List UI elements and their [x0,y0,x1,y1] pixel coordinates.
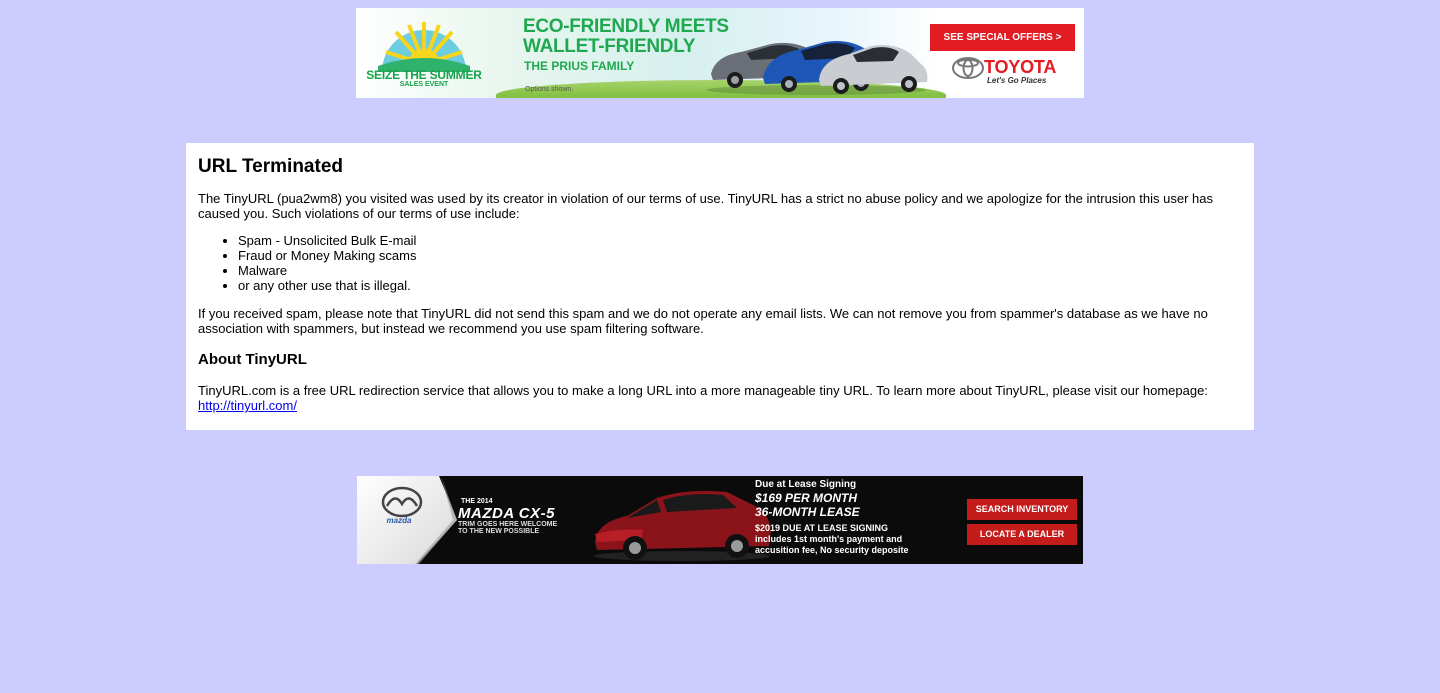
see-special-offers-button[interactable]: SEE SPECIAL OFFERS > [930,24,1075,51]
search-inventory-button[interactable]: SEARCH INVENTORY [967,499,1077,520]
mazda-logo-icon [381,486,423,518]
model-name: MAZDA CX-5 [458,505,555,522]
homepage-link[interactable]: http://tinyurl.com/ [198,398,297,413]
sun-logo [378,14,470,72]
lease-offer: Due at Lease Signing $169 PER MONTH 36-M… [755,479,909,556]
toyota-emblem-icon [952,57,984,79]
trim-note: TRIM GOES HERE WELCOME TO THE NEW POSSIB… [458,521,558,535]
toyota-wordmark: TOYOTA [984,57,1057,77]
fine-print-1: includes 1st month's payment and [755,534,903,544]
toyota-banner-ad[interactable]: SEIZE THE SUMMER SALES EVENT ECO-FRIENDL… [356,8,1084,98]
intro-paragraph: The TinyURL (pua2wm8) you visited was us… [198,191,1213,221]
list-item: Spam - Unsolicited Bulk E-mail [238,233,1242,248]
event-title: SEIZE THE SUMMER [366,68,482,82]
fine-print-2: accusition fee, No security deposite [755,545,909,555]
headline-line-1: ECO-FRIENDLY MEETS [523,16,729,37]
ad-headline: ECO-FRIENDLY MEETS WALLET-FRIENDLY [523,17,729,57]
page-title: URL Terminated [198,156,343,177]
event-subtitle: SALES EVENT [399,81,449,88]
monthly-price: $169 PER MONTH [755,491,858,505]
prius-cars-image [706,41,928,95]
spam-note-paragraph: If you received spam, please note that T… [198,306,1208,336]
locate-dealer-button[interactable]: LOCATE A DEALER [967,524,1077,545]
about-text: TinyURL.com is a free URL redirection se… [198,383,1208,398]
list-item: Fraud or Money Making scams [238,248,1242,263]
mazda-wordmark: mazda [386,516,412,525]
model-year: THE 2014 [461,498,493,505]
toyota-tagline: Let's Go Places [987,76,1047,85]
violations-list: Spam - Unsolicited Bulk E-mail Fraud or … [198,233,1242,293]
headline-line-2: WALLET-FRIENDLY [523,36,696,57]
due-amount: $2019 DUE AT LEASE SIGNING [755,523,889,533]
mazda-car-image [594,490,771,561]
ad-disclaimer: Options shown. [525,86,574,93]
due-at-signing-label: Due at Lease Signing [755,479,857,490]
mazda-banner-ad[interactable]: mazda THE 2014 MAZDA CX-5 TRIM GOES HERE… [357,476,1083,564]
list-item: or any other use that is illegal. [238,278,1242,293]
lease-term: 36-MONTH LEASE [755,505,860,519]
ad-subheadline: THE PRIUS FAMILY [524,59,635,73]
about-paragraph: TinyURL.com is a free URL redirection se… [198,383,1242,413]
termination-notice-panel: URL Terminated The TinyURL (pua2wm8) you… [186,143,1254,430]
about-heading: About TinyURL [198,351,307,368]
list-item: Malware [238,263,1242,278]
